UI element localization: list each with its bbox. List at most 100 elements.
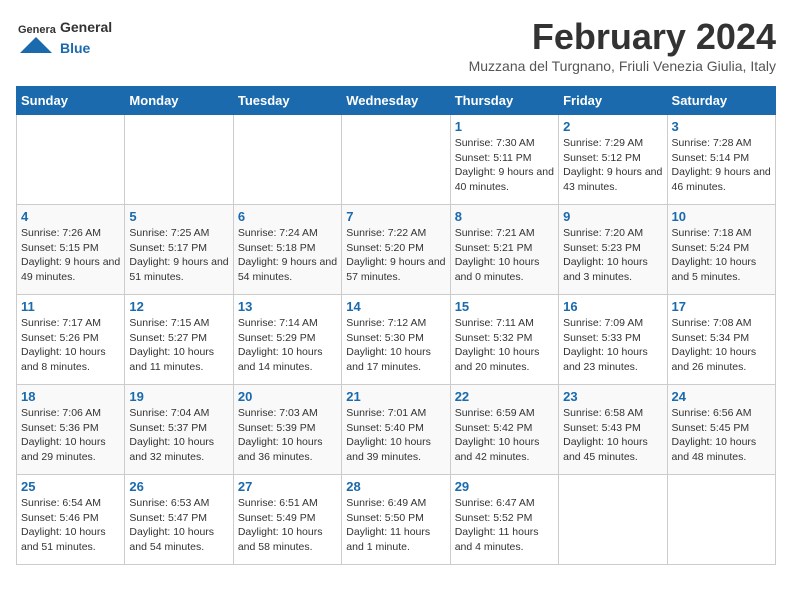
day-info: Sunrise: 7:08 AMSunset: 5:34 PMDaylight:… xyxy=(672,316,771,375)
calendar-cell xyxy=(559,475,667,565)
calendar-cell xyxy=(667,475,775,565)
day-number: 1 xyxy=(455,119,554,134)
calendar-cell: 2 Sunrise: 7:29 AMSunset: 5:12 PMDaylight… xyxy=(559,115,667,205)
logo-general-text: General xyxy=(60,19,112,35)
calendar-cell: 10 Sunrise: 7:18 AMSunset: 5:24 PMDayligh… xyxy=(667,205,775,295)
day-number: 2 xyxy=(563,119,662,134)
day-info: Sunrise: 7:04 AMSunset: 5:37 PMDaylight:… xyxy=(129,406,228,465)
day-number: 8 xyxy=(455,209,554,224)
day-info: Sunrise: 7:14 AMSunset: 5:29 PMDaylight:… xyxy=(238,316,337,375)
day-number: 15 xyxy=(455,299,554,314)
day-info: Sunrise: 7:20 AMSunset: 5:23 PMDaylight:… xyxy=(563,226,662,285)
day-info: Sunrise: 6:47 AMSunset: 5:52 PMDaylight:… xyxy=(455,496,554,555)
calendar-cell xyxy=(233,115,341,205)
day-info: Sunrise: 7:11 AMSunset: 5:32 PMDaylight:… xyxy=(455,316,554,375)
calendar-cell: 3 Sunrise: 7:28 AMSunset: 5:14 PMDaylight… xyxy=(667,115,775,205)
day-number: 3 xyxy=(672,119,771,134)
calendar-cell xyxy=(17,115,125,205)
day-number: 17 xyxy=(672,299,771,314)
calendar-cell: 15 Sunrise: 7:11 AMSunset: 5:32 PMDayligh… xyxy=(450,295,558,385)
day-number: 28 xyxy=(346,479,445,494)
day-number: 7 xyxy=(346,209,445,224)
day-info: Sunrise: 7:03 AMSunset: 5:39 PMDaylight:… xyxy=(238,406,337,465)
calendar-cell: 14 Sunrise: 7:12 AMSunset: 5:30 PMDayligh… xyxy=(342,295,450,385)
calendar-cell: 4Sunrise: 7:26 AMSunset: 5:15 PMDaylight… xyxy=(17,205,125,295)
calendar-cell: 1 Sunrise: 7:30 AMSunset: 5:11 PMDaylight… xyxy=(450,115,558,205)
calendar-cell: 29Sunrise: 6:47 AMSunset: 5:52 PMDayligh… xyxy=(450,475,558,565)
header-thursday: Thursday xyxy=(450,87,558,115)
day-info: Sunrise: 6:51 AMSunset: 5:49 PMDaylight:… xyxy=(238,496,337,555)
day-number: 20 xyxy=(238,389,337,404)
header-sunday: Sunday xyxy=(17,87,125,115)
day-number: 5 xyxy=(129,209,228,224)
calendar-cell xyxy=(125,115,233,205)
day-number: 19 xyxy=(129,389,228,404)
day-info: Sunrise: 6:53 AMSunset: 5:47 PMDaylight:… xyxy=(129,496,228,555)
day-info: Sunrise: 6:59 AMSunset: 5:42 PMDaylight:… xyxy=(455,406,554,465)
month-title: February 2024 xyxy=(469,16,776,58)
day-info: Sunrise: 7:17 AMSunset: 5:26 PMDaylight:… xyxy=(21,316,120,375)
day-number: 18 xyxy=(21,389,120,404)
day-info: Sunrise: 7:29 AMSunset: 5:12 PMDaylight:… xyxy=(563,136,662,195)
header-saturday: Saturday xyxy=(667,87,775,115)
calendar-cell: 24 Sunrise: 6:56 AMSunset: 5:45 PMDayligh… xyxy=(667,385,775,475)
day-number: 12 xyxy=(129,299,228,314)
calendar-cell: 21 Sunrise: 7:01 AMSunset: 5:40 PMDayligh… xyxy=(342,385,450,475)
day-info: Sunrise: 7:26 AMSunset: 5:15 PMDaylight:… xyxy=(21,226,120,285)
day-info: Sunrise: 6:58 AMSunset: 5:43 PMDaylight:… xyxy=(563,406,662,465)
day-info: Sunrise: 7:18 AMSunset: 5:24 PMDaylight:… xyxy=(672,226,771,285)
day-number: 11 xyxy=(21,299,120,314)
calendar-cell: 25 Sunrise: 6:54 AMSunset: 5:46 PMDayligh… xyxy=(17,475,125,565)
logo: General General Blue xyxy=(16,16,112,58)
day-info: Sunrise: 7:12 AMSunset: 5:30 PMDaylight:… xyxy=(346,316,445,375)
header-tuesday: Tuesday xyxy=(233,87,341,115)
calendar-cell xyxy=(342,115,450,205)
day-number: 26 xyxy=(129,479,228,494)
calendar-cell: 11 Sunrise: 7:17 AMSunset: 5:26 PMDayligh… xyxy=(17,295,125,385)
calendar-cell: 16 Sunrise: 7:09 AMSunset: 5:33 PMDayligh… xyxy=(559,295,667,385)
calendar-cell: 22 Sunrise: 6:59 AMSunset: 5:42 PMDayligh… xyxy=(450,385,558,475)
logo-icon: General xyxy=(16,17,56,57)
logo-blue-text: Blue xyxy=(60,40,90,56)
day-info: Sunrise: 7:15 AMSunset: 5:27 PMDaylight:… xyxy=(129,316,228,375)
day-number: 25 xyxy=(21,479,120,494)
day-info: Sunrise: 7:22 AMSunset: 5:20 PMDaylight:… xyxy=(346,226,445,285)
day-info: Sunrise: 7:25 AMSunset: 5:17 PMDaylight:… xyxy=(129,226,228,285)
day-number: 21 xyxy=(346,389,445,404)
calendar-cell: 13 Sunrise: 7:14 AMSunset: 5:29 PMDayligh… xyxy=(233,295,341,385)
day-info: Sunrise: 7:24 AMSunset: 5:18 PMDaylight:… xyxy=(238,226,337,285)
day-info: Sunrise: 7:30 AMSunset: 5:11 PMDaylight:… xyxy=(455,136,554,195)
day-number: 16 xyxy=(563,299,662,314)
calendar-cell: 27 Sunrise: 6:51 AMSunset: 5:49 PMDayligh… xyxy=(233,475,341,565)
day-info: Sunrise: 7:09 AMSunset: 5:33 PMDaylight:… xyxy=(563,316,662,375)
day-number: 10 xyxy=(672,209,771,224)
day-info: Sunrise: 7:06 AMSunset: 5:36 PMDaylight:… xyxy=(21,406,120,465)
day-info: Sunrise: 7:01 AMSunset: 5:40 PMDaylight:… xyxy=(346,406,445,465)
day-info: Sunrise: 6:49 AMSunset: 5:50 PMDaylight:… xyxy=(346,496,445,555)
day-info: Sunrise: 7:21 AMSunset: 5:21 PMDaylight:… xyxy=(455,226,554,285)
calendar-cell: 23 Sunrise: 6:58 AMSunset: 5:43 PMDayligh… xyxy=(559,385,667,475)
day-info: Sunrise: 6:56 AMSunset: 5:45 PMDaylight:… xyxy=(672,406,771,465)
calendar-cell: 9 Sunrise: 7:20 AMSunset: 5:23 PMDaylight… xyxy=(559,205,667,295)
day-number: 6 xyxy=(238,209,337,224)
calendar-cell: 18 Sunrise: 7:06 AMSunset: 5:36 PMDayligh… xyxy=(17,385,125,475)
day-number: 23 xyxy=(563,389,662,404)
calendar-cell: 5 Sunrise: 7:25 AMSunset: 5:17 PMDaylight… xyxy=(125,205,233,295)
calendar-table: SundayMondayTuesdayWednesdayThursdayFrid… xyxy=(16,86,776,565)
day-number: 27 xyxy=(238,479,337,494)
day-number: 22 xyxy=(455,389,554,404)
location-subtitle: Muzzana del Turgnano, Friuli Venezia Giu… xyxy=(469,58,776,74)
day-number: 14 xyxy=(346,299,445,314)
day-info: Sunrise: 6:54 AMSunset: 5:46 PMDaylight:… xyxy=(21,496,120,555)
header-friday: Friday xyxy=(559,87,667,115)
day-number: 13 xyxy=(238,299,337,314)
calendar-cell: 12 Sunrise: 7:15 AMSunset: 5:27 PMDayligh… xyxy=(125,295,233,385)
day-number: 24 xyxy=(672,389,771,404)
calendar-cell: 20 Sunrise: 7:03 AMSunset: 5:39 PMDayligh… xyxy=(233,385,341,475)
calendar-cell: 6 Sunrise: 7:24 AMSunset: 5:18 PMDaylight… xyxy=(233,205,341,295)
svg-text:General: General xyxy=(18,24,56,36)
calendar-cell: 19 Sunrise: 7:04 AMSunset: 5:37 PMDayligh… xyxy=(125,385,233,475)
header-monday: Monday xyxy=(125,87,233,115)
day-number: 9 xyxy=(563,209,662,224)
day-info: Sunrise: 7:28 AMSunset: 5:14 PMDaylight:… xyxy=(672,136,771,195)
